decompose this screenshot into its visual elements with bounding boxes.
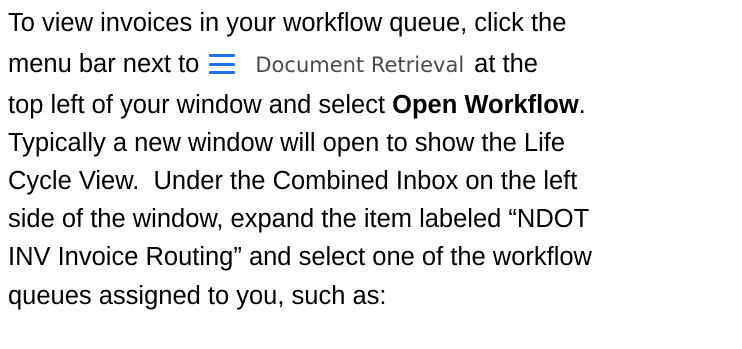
paragraph-line-5: Cycle View. Under the Combined Inbox on … — [8, 167, 578, 196]
hamburger-menu-icon — [209, 54, 236, 75]
paragraph-line-6: side of the window, expand the item labe… — [8, 205, 590, 234]
paragraph-line-4: Typically a new window will open to show… — [8, 129, 566, 158]
paragraph-line-1: To view invoices in your workflow queue,… — [8, 9, 567, 37]
line-2-text-after: at the — [474, 50, 538, 79]
paragraph-line-2: menu bar next to Document Retrieval at the — [8, 42, 738, 86]
line-3-text-after: . — [578, 91, 586, 120]
line-2-text-before: menu bar next to — [8, 50, 200, 79]
document-retrieval-label: Document Retrieval — [255, 53, 465, 78]
paragraph-line-8: queues assigned to you, such as: — [8, 281, 387, 310]
open-workflow-emphasis: Open Workflow — [392, 91, 579, 120]
paragraph-line-7: INV Invoice Routing” and select one of t… — [8, 243, 592, 272]
instruction-paragraph: To view invoices in your workflow queue,… — [8, 4, 738, 315]
line-3-text-before: top left of your window and select — [8, 91, 393, 120]
paragraph-line-3: top left of your window and select Open … — [8, 86, 738, 124]
